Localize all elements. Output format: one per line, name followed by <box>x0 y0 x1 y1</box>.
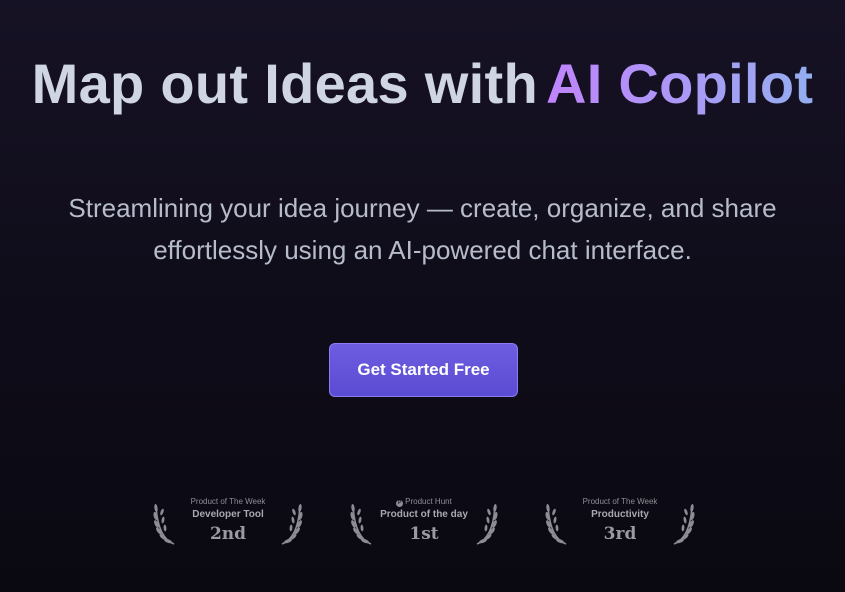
badge-text: P Product Hunt Product of the day 1st <box>374 496 474 546</box>
get-started-button[interactable]: Get Started Free <box>329 343 518 397</box>
hero-title-text: Map out Ideas with <box>31 52 538 115</box>
badge-category: Product of the day <box>380 509 468 520</box>
badge-text: Product of The Week Developer Tool 2nd <box>178 496 278 546</box>
badge-label: Product of The Week <box>582 497 658 506</box>
hero-title-highlight: AI Copilot <box>545 52 814 115</box>
badge-category: Developer Tool <box>192 509 264 520</box>
award-badge-productivity[interactable]: Product of The Week Productivity 3rd <box>544 496 696 550</box>
award-badge-developer-tool[interactable]: Product of The Week Developer Tool 2nd <box>152 496 304 550</box>
product-hunt-icon: P <box>396 500 404 507</box>
badge-text: Product of The Week Productivity 3rd <box>570 496 670 546</box>
hero-subtitle: Streamlining your idea journey — create,… <box>68 193 777 265</box>
badge-rank: 3rd <box>603 524 637 544</box>
badge-label-text: Product Hunt <box>405 497 452 506</box>
badge-category: Productivity <box>591 509 649 520</box>
badge-rank: 1st <box>409 524 439 544</box>
badge-rank: 2nd <box>209 524 247 544</box>
badge-label: P Product Hunt <box>374 496 474 508</box>
award-badge-product-of-the-day[interactable]: P Product Hunt Product of the day 1st <box>349 496 499 550</box>
badge-label: Product of The Week <box>190 497 266 506</box>
laurel-right-icon <box>673 504 695 545</box>
hero-title: Map out Ideas with AI Copilot <box>0 52 845 116</box>
laurel-right-icon <box>281 504 303 545</box>
laurel-right-icon <box>476 504 498 545</box>
